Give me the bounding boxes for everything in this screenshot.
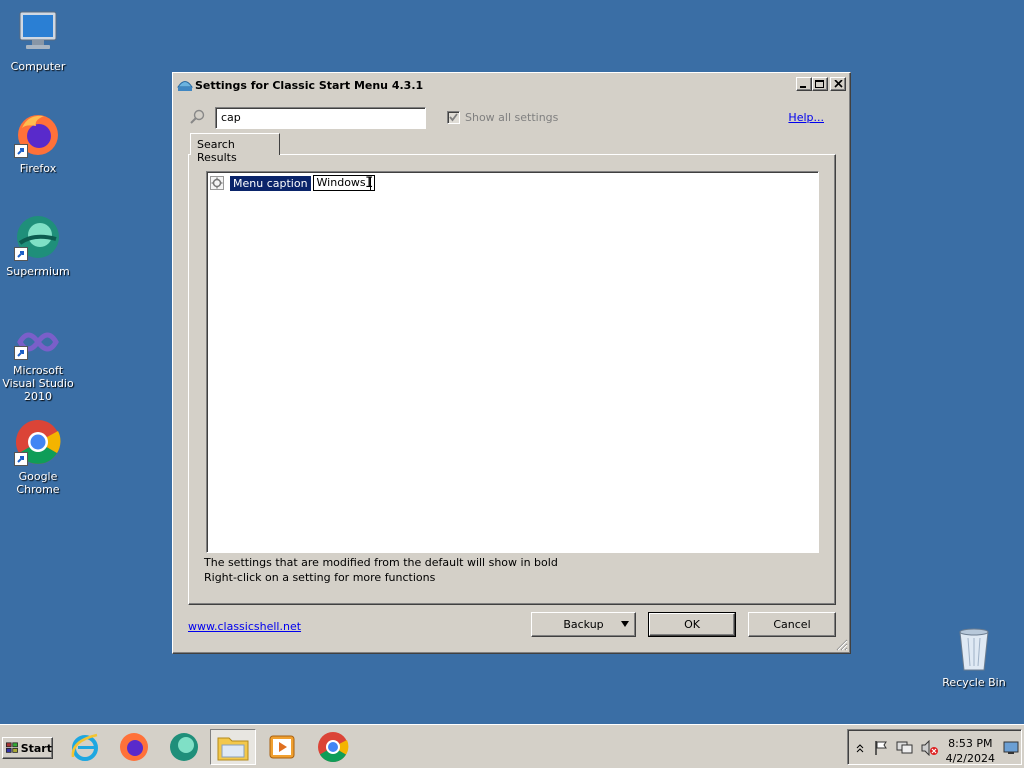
desktop-icon-label: Recycle Bin — [942, 676, 1006, 689]
clock-date: 4/2/2024 — [945, 752, 995, 765]
minimize-button[interactable] — [796, 77, 812, 91]
start-button[interactable]: Start — [2, 737, 53, 759]
info-text-right-click: Right-click on a setting for more functi… — [204, 571, 436, 584]
maximize-icon — [815, 79, 824, 88]
checkbox-box — [447, 111, 460, 124]
clock[interactable]: 8:53 PM 4/2/2024 — [946, 736, 995, 766]
recycle-bin-icon — [950, 624, 998, 672]
media-player-icon — [269, 735, 295, 759]
close-button[interactable] — [830, 77, 846, 91]
internet-explorer-icon — [71, 733, 98, 761]
desktop-icon-label: Google Chrome — [16, 470, 60, 496]
desktop-icon-label: Computer — [10, 60, 66, 73]
show-hidden-icons-icon[interactable] — [856, 743, 864, 753]
desktop-icon-chrome[interactable]: Google Chrome — [0, 418, 78, 496]
setting-value: Windows — [316, 176, 366, 189]
supermium-icon — [170, 733, 198, 761]
system-tray: 8:53 PM 4/2/2024 — [847, 729, 1022, 765]
search-results-panel: Menu caption Windows I The settings that… — [188, 154, 836, 605]
window-title: Settings for Classic Start Menu 4.3.1 — [195, 78, 424, 92]
shortcut-arrow-icon — [14, 247, 28, 261]
search-input[interactable]: cap — [215, 107, 426, 129]
ok-button[interactable]: OK — [648, 612, 736, 637]
show-all-settings-checkbox[interactable]: Show all settings — [447, 111, 558, 124]
network-icon[interactable] — [896, 740, 914, 756]
taskbar-app-supermium[interactable] — [162, 729, 206, 765]
help-link[interactable]: Help... — [788, 111, 824, 124]
settings-tree[interactable]: Menu caption Windows I — [206, 171, 819, 553]
title-bar[interactable]: Settings for Classic Start Menu 4.3.1 — [176, 76, 847, 94]
dropdown-arrow-icon — [621, 621, 629, 627]
ibeam-cursor-icon: I — [365, 175, 374, 191]
search-icon — [190, 109, 205, 124]
classicshell-website-link[interactable]: www.classicshell.net — [188, 620, 301, 633]
backup-button[interactable]: Backup — [531, 612, 636, 637]
show-all-settings-label: Show all settings — [465, 111, 559, 124]
desktop-icon-label: Firefox — [19, 162, 57, 175]
firefox-icon — [120, 733, 148, 761]
show-desktop-icon[interactable] — [1003, 741, 1019, 755]
taskbar-app-internet-explorer[interactable] — [63, 729, 107, 765]
taskbar-app-firefox[interactable] — [112, 729, 156, 765]
visual-studio-icon — [14, 324, 62, 360]
checkmark-icon — [449, 113, 458, 122]
supermium-icon — [14, 213, 62, 261]
desktop-icon-label: Supermium — [6, 265, 70, 278]
taskbar-app-chrome[interactable] — [311, 729, 355, 765]
classic-shell-icon — [177, 81, 193, 91]
tab-label: Search Results — [197, 138, 237, 164]
explorer-folder-icon — [217, 737, 249, 761]
taskbar-app-explorer[interactable] — [210, 729, 256, 765]
shortcut-arrow-icon — [14, 346, 28, 360]
chrome-icon — [14, 418, 62, 466]
desktop-icon-visual-studio[interactable]: Microsoft Visual Studio 2010 — [0, 324, 78, 403]
windows-logo-icon — [6, 742, 18, 753]
action-center-flag-icon[interactable] — [873, 740, 889, 756]
volume-muted-icon[interactable] — [921, 740, 939, 756]
setting-label: Menu caption — [230, 175, 311, 191]
clock-time: 8:53 PM — [948, 737, 993, 750]
resize-grip-icon[interactable] — [836, 639, 848, 651]
taskbar: Start 8:53 PM 4/2/2024 — [0, 724, 1024, 768]
chrome-icon — [318, 732, 349, 763]
desktop-icon-supermium[interactable]: Supermium — [0, 213, 78, 278]
desktop-icon-label: Microsoft Visual Studio 2010 — [2, 364, 74, 403]
firefox-icon — [14, 110, 62, 158]
taskbar-app-media-player[interactable] — [260, 729, 304, 765]
maximize-button[interactable] — [812, 77, 828, 91]
info-text-bold: The settings that are modified from the … — [204, 556, 558, 569]
desktop-icon-computer[interactable]: Computer — [0, 8, 78, 73]
ok-button-label: OK — [684, 618, 700, 631]
start-label: Start — [20, 741, 52, 755]
tab-search-results[interactable]: Search Results — [190, 133, 280, 164]
computer-icon — [14, 8, 62, 56]
search-input-value: cap — [221, 111, 241, 124]
setting-row-menu-caption[interactable]: Menu caption Windows — [210, 175, 375, 191]
desktop-icon-firefox[interactable]: Firefox — [0, 110, 78, 175]
shortcut-arrow-icon — [14, 144, 28, 158]
settings-window[interactable]: Settings for Classic Start Menu 4.3.1 ca… — [172, 72, 851, 654]
backup-button-label: Backup — [563, 618, 604, 631]
cancel-button[interactable]: Cancel — [748, 612, 836, 637]
cancel-button-label: Cancel — [773, 618, 811, 631]
minimize-icon — [800, 86, 806, 88]
desktop-icon-recycle-bin[interactable]: Recycle Bin — [934, 624, 1014, 689]
setting-gear-icon — [210, 176, 224, 190]
shortcut-arrow-icon — [14, 452, 28, 466]
close-icon — [833, 80, 843, 88]
